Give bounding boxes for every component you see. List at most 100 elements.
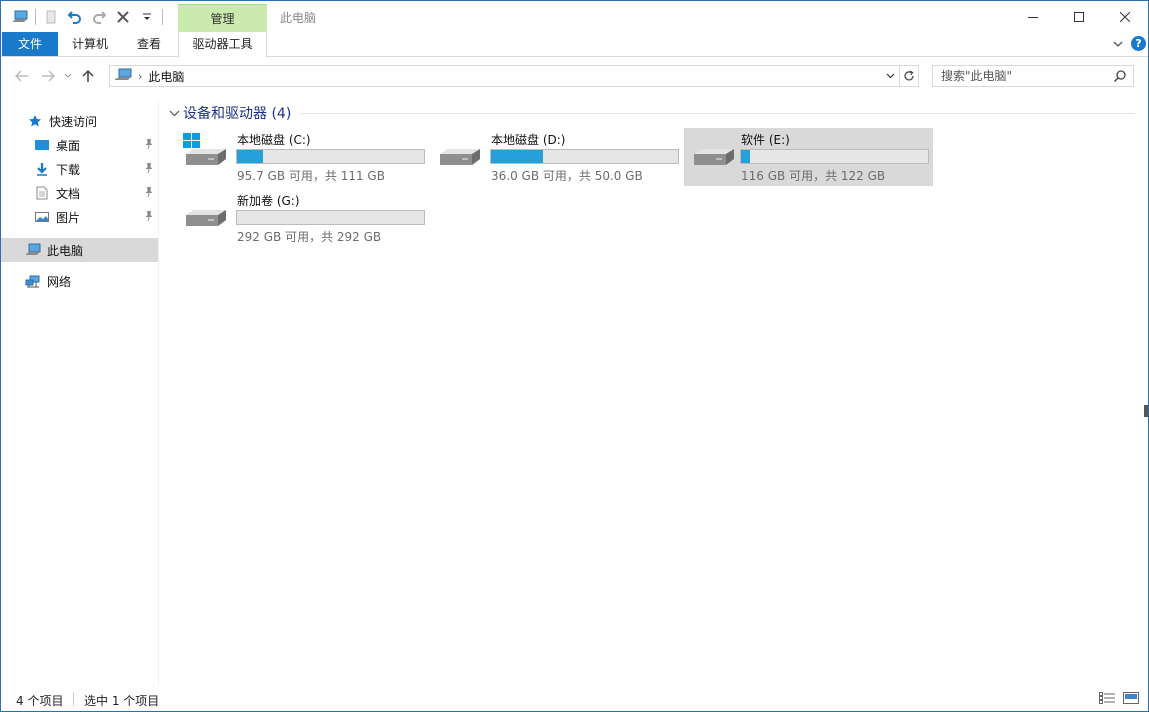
drive-item-c[interactable]: 本地磁盘 (C:) 95.7 GB 可用，共 111 GB xyxy=(164,128,426,186)
delete-icon[interactable] xyxy=(112,6,134,28)
search-icon[interactable] xyxy=(1113,69,1127,86)
address-bar[interactable]: › 此电脑 xyxy=(109,65,919,87)
pin-icon[interactable] xyxy=(144,162,154,177)
drive-name: 本地磁盘 (D:) xyxy=(491,133,566,147)
content-area: 设备和驱动器 (4) 本地磁盘 (C:) 95.7 GB 可用，共 111 GB… xyxy=(160,93,1140,686)
this-pc-icon xyxy=(114,68,132,85)
sidebar-item-downloads[interactable]: 下载 xyxy=(1,157,158,181)
navigation-row: › 此电脑 xyxy=(1,58,1148,93)
chevron-down-icon xyxy=(168,107,180,119)
refresh-icon xyxy=(904,70,914,81)
back-button[interactable] xyxy=(11,66,33,86)
search-input[interactable] xyxy=(941,67,1111,85)
help-icon[interactable]: ? xyxy=(1131,36,1146,51)
sidebar-item-label: 文档 xyxy=(56,186,81,201)
manage-context-tab: 管理 xyxy=(178,4,267,32)
forward-button[interactable] xyxy=(37,66,59,86)
up-arrow-icon xyxy=(82,69,94,82)
drive-item-d[interactable]: 本地磁盘 (D:) 36.0 GB 可用，共 50.0 GB xyxy=(418,128,680,186)
customize-toolbar-icon[interactable] xyxy=(136,6,158,28)
large-icons-view-icon[interactable] xyxy=(1123,692,1139,707)
tab-computer[interactable]: 计算机 xyxy=(61,32,119,56)
drive-name: 软件 (E:) xyxy=(741,133,790,147)
window-controls xyxy=(1010,1,1148,32)
address-history-button[interactable] xyxy=(882,68,898,84)
toolbar-separator xyxy=(162,9,163,25)
drive-name: 新加卷 (G:) xyxy=(237,194,300,208)
item-count: 4 个项目 xyxy=(16,694,64,708)
nav-buttons xyxy=(11,66,99,86)
pin-icon[interactable] xyxy=(144,186,154,201)
forward-arrow-icon xyxy=(42,70,55,82)
minimize-icon xyxy=(1028,16,1038,18)
breadcrumb-chevron-icon[interactable]: › xyxy=(138,70,142,83)
view-switcher xyxy=(1099,692,1139,707)
capacity-fill xyxy=(237,150,264,163)
sidebar-item-quick-access[interactable]: 快速访问 xyxy=(1,109,158,133)
vertical-scrollbar[interactable] xyxy=(1144,93,1148,686)
up-button[interactable] xyxy=(77,66,99,86)
picture-icon xyxy=(34,209,50,225)
undo-icon[interactable] xyxy=(64,6,86,28)
quick-access-toolbar xyxy=(9,5,165,29)
properties-icon[interactable] xyxy=(40,6,62,28)
breadcrumb-this-pc[interactable]: 此电脑 xyxy=(148,68,184,85)
navigation-pane: 快速访问 桌面 下载 文档 图片 此电脑 网络 xyxy=(1,101,159,686)
drive-item-g[interactable]: 新加卷 (G:) 292 GB 可用，共 292 GB xyxy=(164,189,426,247)
sidebar-item-label: 下载 xyxy=(56,162,81,177)
sidebar-item-documents[interactable]: 文档 xyxy=(1,181,158,205)
capacity-fill xyxy=(741,150,751,163)
status-bar: 4 个项目 选中 1 个项目 xyxy=(1,687,1148,711)
scrollbar-thumb[interactable] xyxy=(1144,405,1148,417)
drive-capacity-text: 292 GB 可用，共 292 GB xyxy=(237,230,382,244)
capacity-bar xyxy=(490,149,679,164)
sidebar-item-label: 网络 xyxy=(47,274,72,289)
capacity-bar xyxy=(236,210,425,225)
chevron-down-icon xyxy=(64,73,72,78)
sidebar-item-pictures[interactable]: 图片 xyxy=(1,205,158,229)
drive-capacity-text: 95.7 GB 可用，共 111 GB xyxy=(237,169,385,183)
devices-group-header[interactable]: 设备和驱动器 (4) xyxy=(168,103,291,123)
close-button[interactable] xyxy=(1102,1,1148,32)
this-pc-icon xyxy=(25,242,41,258)
sidebar-item-this-pc[interactable]: 此电脑 xyxy=(1,238,158,262)
expand-ribbon-icon[interactable] xyxy=(1113,40,1123,48)
capacity-bar xyxy=(740,149,929,164)
star-icon xyxy=(27,113,43,129)
capacity-bar xyxy=(236,149,425,164)
tab-file[interactable]: 文件 xyxy=(2,32,58,56)
status-divider xyxy=(73,692,74,706)
details-view-icon[interactable] xyxy=(1099,692,1115,707)
sidebar-item-label: 桌面 xyxy=(56,138,81,153)
back-arrow-icon xyxy=(15,70,28,82)
group-divider xyxy=(300,113,1135,114)
group-title: 设备和驱动器 (4) xyxy=(183,106,292,122)
chevron-down-icon xyxy=(886,73,894,79)
recent-locations-button[interactable] xyxy=(63,66,73,86)
drive-name: 本地磁盘 (C:) xyxy=(237,133,311,147)
sidebar-item-desktop[interactable]: 桌面 xyxy=(1,133,158,157)
window-title: 此电脑 xyxy=(280,11,317,25)
redo-icon[interactable] xyxy=(88,6,110,28)
document-icon xyxy=(34,185,50,201)
sidebar-item-label: 此电脑 xyxy=(47,243,84,258)
pin-icon[interactable] xyxy=(144,210,154,225)
sidebar-item-network[interactable]: 网络 xyxy=(1,269,158,293)
sidebar-item-label: 快速访问 xyxy=(49,114,98,129)
search-box xyxy=(932,65,1134,87)
this-pc-icon[interactable] xyxy=(9,6,31,28)
pin-icon[interactable] xyxy=(144,138,154,153)
close-icon xyxy=(1120,11,1130,22)
refresh-button[interactable] xyxy=(899,66,918,86)
drive-item-e[interactable]: 软件 (E:) 116 GB 可用，共 122 GB xyxy=(684,128,933,186)
minimize-button[interactable] xyxy=(1010,1,1056,32)
network-icon xyxy=(25,273,41,289)
capacity-fill xyxy=(491,150,544,163)
tab-drive-tools[interactable]: 驱动器工具 xyxy=(178,32,267,58)
maximize-icon xyxy=(1074,11,1084,22)
desktop-icon xyxy=(34,137,50,153)
maximize-button[interactable] xyxy=(1056,1,1102,32)
tab-view[interactable]: 查看 xyxy=(125,32,173,56)
ribbon-tabs: 文件 计算机 查看 驱动器工具 ? xyxy=(1,32,1148,58)
selected-count: 选中 1 个项目 xyxy=(84,694,160,708)
